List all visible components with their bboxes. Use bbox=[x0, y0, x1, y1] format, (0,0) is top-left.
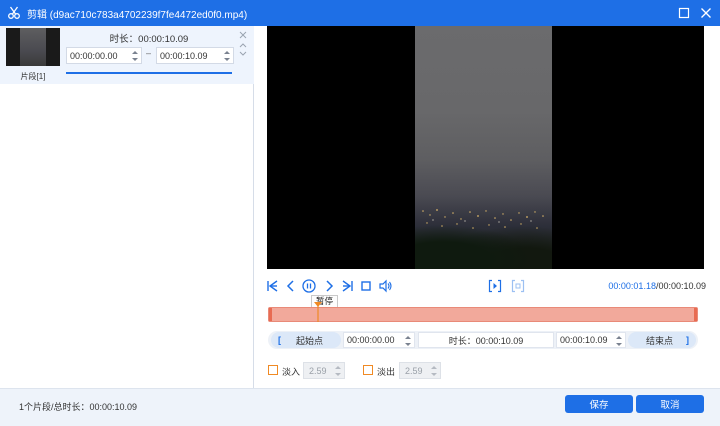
total-time: /00:00:10.09 bbox=[655, 281, 706, 291]
start-point-value: 00:00:00.00 bbox=[347, 335, 395, 345]
fade-out-label: 淡出 bbox=[377, 367, 396, 377]
clip-time-separator: – bbox=[146, 48, 152, 58]
clip-start-time-value: 00:00:00.00 bbox=[70, 50, 118, 61]
clip-end-time-input[interactable]: 00:00:10.09 bbox=[156, 47, 234, 64]
clip-start-time-input[interactable]: 00:00:00.00 bbox=[66, 47, 142, 64]
playhead-marker[interactable] bbox=[314, 302, 323, 322]
timeline-selection[interactable] bbox=[268, 307, 698, 322]
range-duration: 时长：00:00:10.09 bbox=[418, 332, 554, 348]
clip-progress-bar bbox=[66, 72, 232, 74]
set-end-point-button[interactable]: 结束点 ] bbox=[628, 332, 696, 348]
clip-summary: 1个片段/总时长：00:00:10.09 bbox=[19, 402, 138, 412]
clip-end-time-value: 00:00:10.09 bbox=[160, 50, 208, 61]
scissors-icon bbox=[8, 6, 20, 19]
clip-duration: 时长：00:00:10.09 bbox=[109, 34, 189, 45]
clip-controls[interactable] bbox=[238, 30, 248, 60]
move-down-icon bbox=[239, 51, 247, 56]
video-frame bbox=[415, 26, 552, 269]
move-up-icon bbox=[239, 43, 247, 48]
end-bracket-icon: ] bbox=[686, 335, 690, 345]
current-time: 00:00:01.18 bbox=[608, 281, 656, 291]
foreground-trees bbox=[415, 219, 552, 269]
timeline-end-handle[interactable] bbox=[694, 308, 697, 321]
time-display: 00:00:01.18/00:00:10.09 bbox=[608, 281, 706, 291]
volume-icon[interactable] bbox=[378, 279, 392, 293]
fade-in-input[interactable]: 2.59 bbox=[303, 362, 345, 379]
fade-in-label: 淡入 bbox=[282, 367, 301, 377]
close-icon[interactable] bbox=[700, 7, 712, 19]
start-point-input[interactable]: 00:00:00.00 bbox=[343, 332, 415, 348]
fade-out-value: 2.59 bbox=[405, 365, 423, 376]
fade-in-checkbox[interactable] bbox=[268, 365, 278, 375]
fade-out-input[interactable]: 2.59 bbox=[399, 362, 441, 379]
skip-to-start-icon[interactable] bbox=[266, 279, 280, 293]
spinner-arrows-icon[interactable] bbox=[334, 364, 342, 378]
cancel-button[interactable]: 取消 bbox=[636, 395, 704, 413]
mark-out-icon[interactable] bbox=[511, 279, 525, 293]
window-title: 剪辑 (d9ac710c783a4702239f7fe4472ed0f0.mp4… bbox=[27, 9, 248, 21]
spinner-arrows-icon[interactable] bbox=[615, 334, 623, 348]
skip-to-end-icon[interactable] bbox=[340, 279, 354, 293]
remove-clip-icon bbox=[239, 31, 247, 39]
footer-bar: 1个片段/总时长：00:00:10.09 保存 取消 bbox=[0, 388, 720, 426]
spinner-arrows-icon[interactable] bbox=[223, 49, 231, 63]
start-point-label: 起始点 bbox=[296, 335, 324, 346]
end-point-label: 结束点 bbox=[646, 335, 674, 346]
set-start-point-button[interactable]: [ 起始点 bbox=[271, 332, 341, 348]
timeline-start-handle[interactable] bbox=[269, 308, 272, 321]
clip-list-item[interactable]: 片段[1] 时长：00:00:10.09 00:00:00.00 – 00:00… bbox=[0, 26, 254, 84]
stop-icon[interactable] bbox=[359, 279, 373, 293]
next-frame-icon[interactable] bbox=[322, 279, 336, 293]
start-bracket-icon: [ bbox=[278, 335, 281, 345]
spinner-arrows-icon[interactable] bbox=[430, 364, 438, 378]
spinner-arrows-icon[interactable] bbox=[404, 334, 412, 348]
save-button[interactable]: 保存 bbox=[565, 395, 633, 413]
spinner-arrows-icon[interactable] bbox=[131, 49, 139, 63]
video-preview[interactable] bbox=[267, 26, 704, 269]
end-point-input[interactable]: 00:00:10.09 bbox=[556, 332, 626, 348]
clip-list-panel: 片段[1] 时长：00:00:10.09 00:00:00.00 – 00:00… bbox=[0, 26, 254, 388]
clip-thumbnail bbox=[6, 28, 60, 66]
mark-in-icon[interactable] bbox=[488, 279, 502, 293]
fade-out-checkbox[interactable] bbox=[363, 365, 373, 375]
end-point-value: 00:00:10.09 bbox=[560, 335, 608, 345]
title-bar: 剪辑 (d9ac710c783a4702239f7fe4472ed0f0.mp4… bbox=[0, 0, 720, 26]
clip-label: 片段[1] bbox=[20, 72, 46, 81]
pause-icon[interactable] bbox=[302, 279, 316, 293]
fade-in-value: 2.59 bbox=[309, 365, 327, 376]
maximize-icon[interactable] bbox=[678, 7, 690, 19]
prev-frame-icon[interactable] bbox=[284, 279, 298, 293]
